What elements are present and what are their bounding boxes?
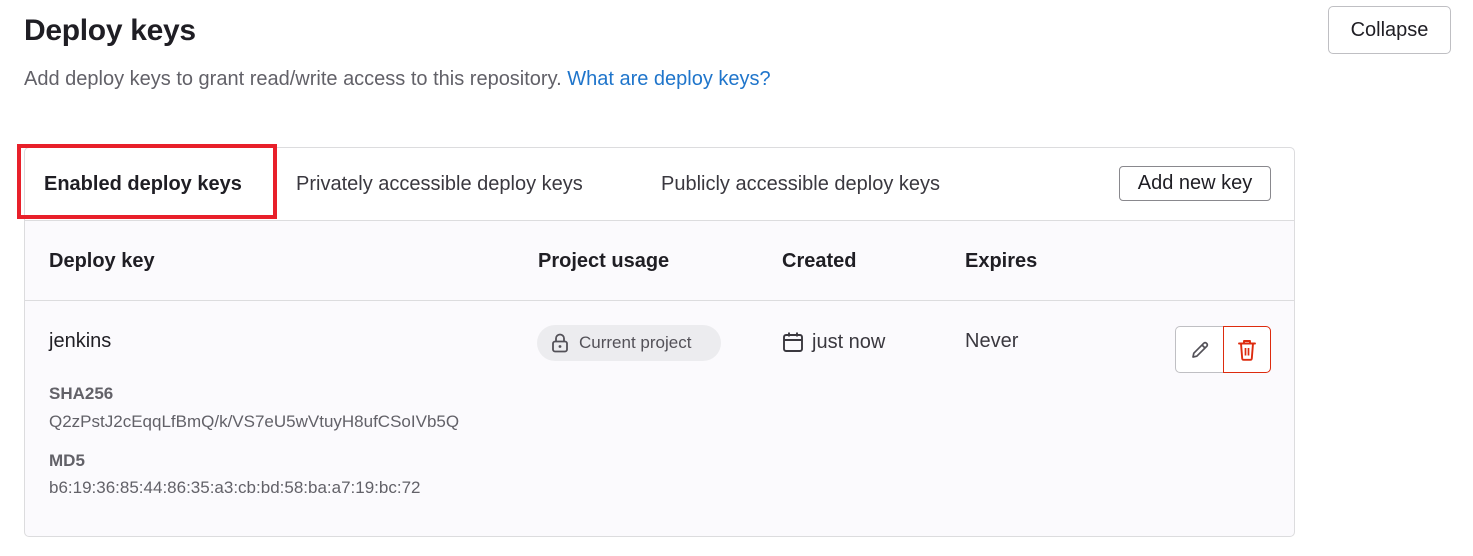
project-usage-text: Current project bbox=[579, 333, 692, 352]
edit-button[interactable] bbox=[1175, 326, 1223, 373]
created-cell: just now bbox=[782, 328, 885, 356]
sha256-fingerprint: Q2zPstJ2cEqqLfBmQ/k/VS7eU5wVtuyH8ufCSoIV… bbox=[49, 412, 460, 431]
tab-enabled-deploy-keys[interactable]: Enabled deploy keys bbox=[44, 148, 242, 220]
trash-icon bbox=[1236, 338, 1258, 362]
tab-bar: Enabled deploy keys Privately accessible… bbox=[25, 148, 1294, 221]
created-text: just now bbox=[812, 330, 886, 353]
deploy-key-title: jenkins bbox=[49, 330, 112, 352]
table-header: Deploy key Project usage Created Expires bbox=[25, 221, 1294, 301]
expires-text: Never bbox=[965, 330, 1019, 352]
column-header-created: Created bbox=[782, 249, 857, 272]
deploy-keys-page: Deploy keys Add deploy keys to grant rea… bbox=[0, 0, 1473, 556]
page-title: Deploy keys bbox=[24, 14, 196, 47]
md5-fingerprint: b6:19:36:85:44:86:35:a3:cb:bd:58:ba:a7:1… bbox=[49, 478, 421, 497]
project-usage-badge: Current project bbox=[537, 325, 721, 361]
sha256-label: SHA256 bbox=[49, 384, 114, 403]
md5-label: MD5 bbox=[49, 451, 85, 470]
column-header-expires: Expires bbox=[965, 249, 1038, 272]
tab-privately-accessible-deploy-keys[interactable]: Privately accessible deploy keys bbox=[296, 148, 583, 220]
tab-publicly-accessible-deploy-keys[interactable]: Publicly accessible deploy keys bbox=[661, 148, 940, 220]
delete-button[interactable] bbox=[1223, 326, 1271, 373]
calendar-icon bbox=[782, 331, 804, 353]
help-link[interactable]: What are deploy keys? bbox=[567, 68, 770, 90]
column-header-project-usage: Project usage bbox=[538, 249, 670, 272]
add-new-key-button[interactable]: Add new key bbox=[1119, 166, 1271, 201]
deploy-keys-card: Enabled deploy keys Privately accessible… bbox=[24, 147, 1295, 537]
column-header-deploy-key: Deploy key bbox=[49, 249, 155, 272]
lock-icon bbox=[551, 333, 569, 353]
pencil-icon bbox=[1189, 339, 1211, 361]
row-actions bbox=[1175, 326, 1271, 373]
page-description: Add deploy keys to grant read/write acce… bbox=[24, 68, 771, 91]
collapse-button[interactable]: Collapse bbox=[1328, 6, 1451, 54]
description-text: Add deploy keys to grant read/write acce… bbox=[24, 68, 562, 90]
table-row: jenkins SHA256 Q2zPstJ2cEqqLfBmQ/k/VS7eU… bbox=[25, 302, 1294, 536]
